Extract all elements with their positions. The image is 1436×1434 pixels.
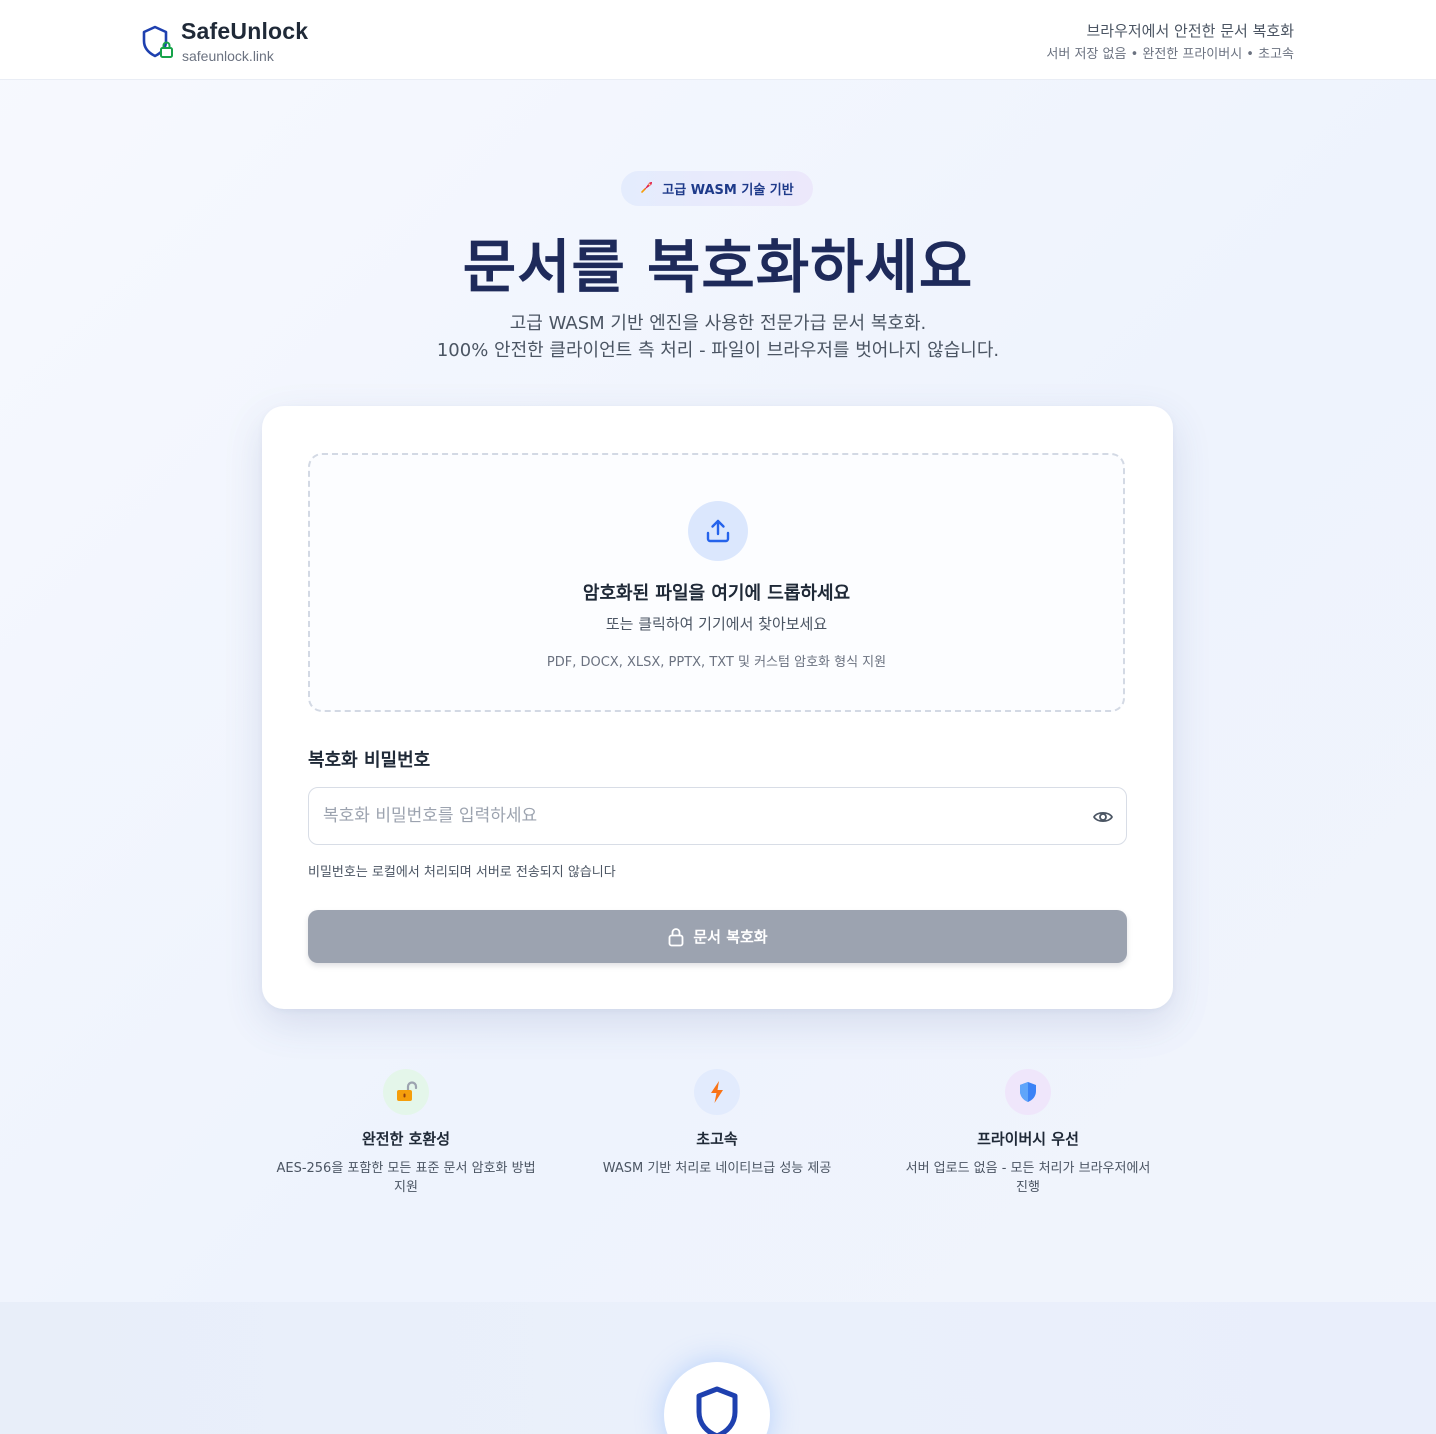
bottom-section [0, 1302, 1436, 1434]
header-features: 서버 저장 없음 • 완전한 프라이버시 • 초고속 [1046, 47, 1294, 62]
decrypt-button-label: 문서 복호화 [693, 928, 768, 946]
feature-privacy: 프라이버시 우선 서버 업로드 없음 - 모든 처리가 브라우저에서 진행 [878, 1069, 1178, 1197]
password-field [308, 787, 1127, 845]
feature-description: WASM 기반 처리로 네이티브급 성능 제공 [602, 1161, 832, 1176]
feature-compatibility: 완전한 호환성 AES-256을 포함한 모든 표준 문서 암호화 방법 지원 [256, 1069, 556, 1197]
lock-icon [668, 927, 684, 946]
tech-badge: 고급 WASM 기술 기반 [621, 171, 813, 206]
feature-description: AES-256을 포함한 모든 표준 문서 암호화 방법 지원 [276, 1161, 536, 1195]
page-title: 문서를 복호화하세요 [462, 233, 974, 301]
feature-title: 완전한 호환성 [361, 1130, 451, 1148]
feature-title: 프라이버시 우선 [977, 1130, 1079, 1148]
password-label: 복호화 비밀번호 [308, 750, 431, 771]
supported-formats: PDF, DOCX, XLSX, PPTX, TXT 및 커스텀 암호화 형식 … [546, 655, 887, 670]
security-emblem [664, 1362, 770, 1434]
dropzone-subtitle: 또는 클릭하여 기기에서 찾아보세요 [605, 615, 828, 633]
rocket-icon [640, 180, 654, 197]
shield-icon [1005, 1069, 1051, 1115]
feature-speed: 초고속 WASM 기반 처리로 네이티브급 성능 제공 [567, 1069, 867, 1178]
badge-text: 고급 WASM 기술 기반 [662, 183, 794, 198]
shield-outline-icon [696, 1386, 738, 1434]
site-header: SafeUnlock safeunlock.link 브라우저에서 안전한 문서… [0, 0, 1436, 80]
hero-subtitle-line2: 100% 안전한 클라이언트 측 처리 - 파일이 브라우저를 벗어나지 않습니… [436, 340, 1000, 361]
upload-icon [688, 501, 748, 561]
hero-subtitle-line1: 고급 WASM 기반 엔진을 사용한 전문가급 문서 복호화. [509, 313, 927, 334]
brand-url: safeunlock.link [182, 48, 274, 64]
dropzone-title: 암호화된 파일을 여기에 드롭하세요 [582, 583, 851, 604]
lightning-icon [694, 1069, 740, 1115]
file-dropzone[interactable]: 암호화된 파일을 여기에 드롭하세요 또는 클릭하여 기기에서 찾아보세요 PD… [308, 453, 1125, 712]
brand-name[interactable]: SafeUnlock [181, 18, 308, 45]
unlocked-padlock-icon [383, 1069, 429, 1115]
shield-logo-icon[interactable] [141, 24, 175, 60]
feature-title: 초고속 [696, 1130, 738, 1148]
decrypt-button[interactable]: 문서 복호화 [308, 910, 1127, 963]
header-tagline: 브라우저에서 안전한 문서 복호화 [1086, 22, 1294, 40]
decrypt-card: 암호화된 파일을 여기에 드롭하세요 또는 클릭하여 기기에서 찾아보세요 PD… [262, 406, 1173, 1009]
password-hint: 비밀번호는 로컬에서 처리되며 서버로 전송되지 않습니다 [308, 865, 616, 880]
eye-icon[interactable] [1092, 806, 1114, 828]
feature-description: 서버 업로드 없음 - 모든 처리가 브라우저에서 진행 [905, 1161, 1151, 1195]
password-input[interactable] [323, 788, 1073, 844]
